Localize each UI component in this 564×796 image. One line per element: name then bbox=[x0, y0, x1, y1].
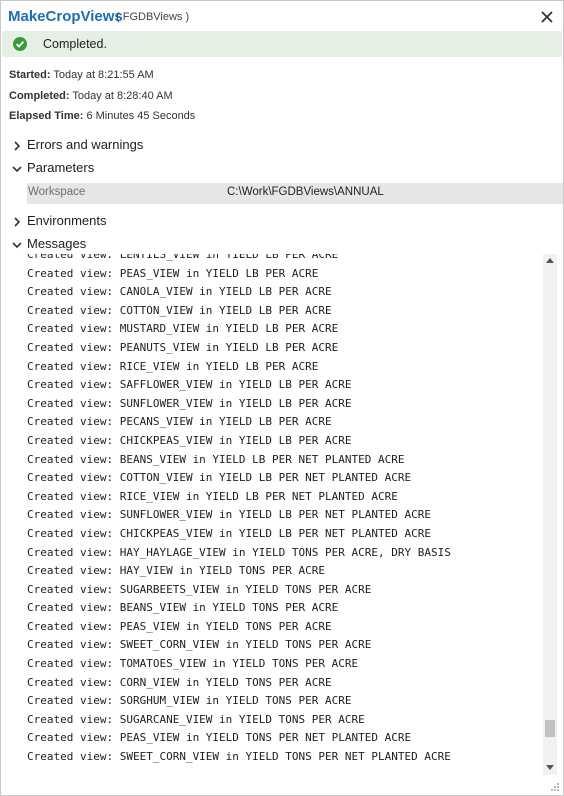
message-line: Created view: PEAS_VIEW in YIELD TONS PE… bbox=[27, 731, 412, 745]
parameter-value: C:\Work\FGDBViews\ANNUAL bbox=[227, 186, 384, 198]
messages-lines: Created view: LENTILS_VIEW in YIELD LB P… bbox=[27, 254, 451, 767]
tool-result-panel: MakeCropViews ( FGDBViews ) Completed. S… bbox=[0, 0, 564, 796]
close-button[interactable] bbox=[539, 9, 555, 25]
chevron-down-icon bbox=[12, 242, 22, 249]
message-line: Created view: BEANS_VIEW in YIELD TONS P… bbox=[27, 601, 339, 615]
message-line: Created view: TOMATOES_VIEW in YIELD TON… bbox=[27, 657, 359, 671]
message-line: Created view: SWEET_CORN_VIEW in YIELD T… bbox=[27, 750, 451, 764]
status-text: Completed. bbox=[43, 37, 107, 51]
parameter-row-workspace: Workspace C:\Work\FGDBViews\ANNUAL bbox=[27, 183, 563, 204]
elapsed-value: 6 Minutes 45 Seconds bbox=[86, 110, 196, 122]
scroll-thumb[interactable] bbox=[545, 720, 555, 738]
tool-name[interactable]: MakeCropViews bbox=[8, 8, 123, 25]
message-line: Created view: CANOLA_VIEW in YIELD LB PE… bbox=[27, 285, 332, 299]
message-line: Created view: MUSTARD_VIEW in YIELD LB P… bbox=[27, 322, 339, 336]
section-label: Messages bbox=[27, 236, 87, 251]
message-line: Created view: SUGARBEETS_VIEW in YIELD T… bbox=[27, 582, 372, 596]
message-line: Created view: SUNFLOWER_VIEW in YIELD LB… bbox=[27, 396, 352, 410]
message-line: Created view: PEAS_VIEW in YIELD LB PER … bbox=[27, 266, 319, 280]
section-label: Errors and warnings bbox=[27, 137, 144, 152]
section-label: Parameters bbox=[27, 160, 95, 175]
elapsed-label: Elapsed Time: bbox=[9, 110, 84, 122]
started-label: Started: bbox=[9, 69, 51, 81]
message-line: Created view: CORN_VIEW in YIELD TONS PE… bbox=[27, 675, 332, 689]
section-label: Environments bbox=[27, 213, 107, 228]
message-line: Created view: HAY_HAYLAGE_VIEW in YIELD … bbox=[27, 545, 451, 559]
tool-subtitle: ( FGDBViews ) bbox=[116, 11, 190, 23]
completed-row: Completed: Today at 8:28:40 AM bbox=[9, 90, 173, 102]
message-line: Created view: PEAS_VIEW in YIELD TONS PE… bbox=[27, 619, 332, 633]
message-line: Created view: SORGHUM_VIEW in YIELD TONS… bbox=[27, 694, 352, 708]
message-line: Created view: COTTON_VIEW in YIELD LB PE… bbox=[27, 471, 412, 485]
title-bar: MakeCropViews ( FGDBViews ) bbox=[1, 1, 563, 31]
scroll-up-icon[interactable] bbox=[546, 258, 554, 263]
resize-grip-icon[interactable] bbox=[549, 781, 559, 791]
message-line: Created view: HAY_VIEW in YIELD TONS PER… bbox=[27, 564, 326, 578]
messages-list[interactable]: Created view: LENTILS_VIEW in YIELD LB P… bbox=[23, 254, 557, 774]
check-circle-icon bbox=[13, 37, 27, 51]
messages-scrollbar[interactable] bbox=[543, 254, 557, 775]
message-line: Created view: RICE_VIEW in YIELD LB PER … bbox=[27, 359, 319, 373]
message-line: Created view: PEANUTS_VIEW in YIELD LB P… bbox=[27, 340, 339, 354]
message-line: Created view: CHICKPEAS_VIEW in YIELD LB… bbox=[27, 433, 352, 447]
message-line: Created view: BEANS_VIEW in YIELD LB PER… bbox=[27, 452, 405, 466]
close-icon bbox=[541, 11, 553, 23]
message-line: Created view: SUNFLOWER_VIEW in YIELD LB… bbox=[27, 508, 431, 522]
chevron-right-icon bbox=[14, 141, 21, 151]
message-line: Created view: SAFFLOWER_VIEW in YIELD LB… bbox=[27, 378, 352, 392]
message-line: Created view: RICE_VIEW in YIELD LB PER … bbox=[27, 489, 398, 503]
status-bar: Completed. bbox=[2, 31, 562, 57]
started-row: Started: Today at 8:21:55 AM bbox=[9, 69, 154, 81]
completed-label: Completed: bbox=[9, 90, 70, 102]
message-line: Created view: SUGARCANE_VIEW in YIELD TO… bbox=[27, 712, 365, 726]
message-line: Created view: COTTON_VIEW in YIELD LB PE… bbox=[27, 303, 332, 317]
started-value: Today at 8:21:55 AM bbox=[53, 69, 154, 81]
elapsed-row: Elapsed Time: 6 Minutes 45 Seconds bbox=[9, 110, 195, 122]
chevron-down-icon bbox=[12, 166, 22, 173]
message-line: Created view: LENTILS_VIEW in YIELD LB P… bbox=[27, 254, 339, 261]
completed-value: Today at 8:28:40 AM bbox=[72, 90, 173, 102]
message-line: Created view: SWEET_CORN_VIEW in YIELD T… bbox=[27, 638, 372, 652]
message-line: Created view: CHICKPEAS_VIEW in YIELD LB… bbox=[27, 526, 431, 540]
parameter-name: Workspace bbox=[28, 186, 86, 198]
message-line: Created view: PECANS_VIEW in YIELD LB PE… bbox=[27, 415, 332, 429]
chevron-right-icon bbox=[14, 217, 21, 227]
scroll-down-icon[interactable] bbox=[546, 765, 554, 770]
